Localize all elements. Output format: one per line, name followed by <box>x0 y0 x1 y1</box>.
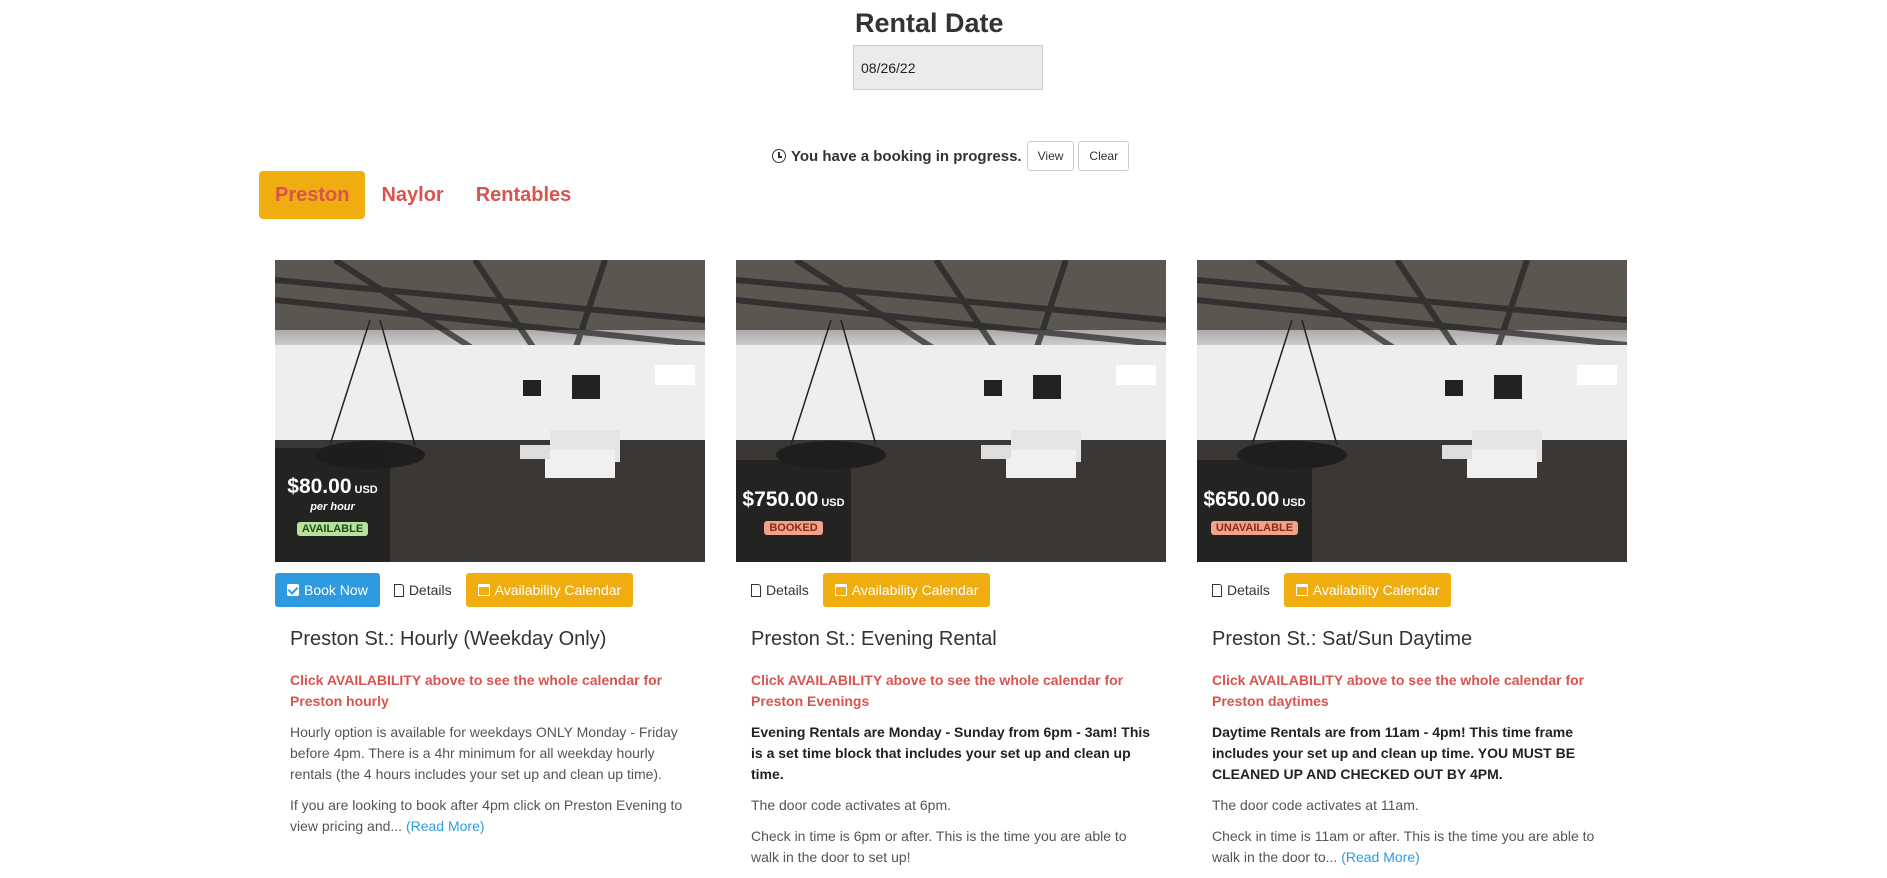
venue-photo[interactable]: $750.00 USD BOOKED <box>736 260 1166 562</box>
price-amount: $80.00 USD <box>287 474 378 498</box>
card-checkin: Check in time is 11am or after. This is … <box>1212 828 1595 865</box>
checkbox-icon <box>287 584 299 596</box>
details-link[interactable]: Details <box>393 582 452 598</box>
read-more-link[interactable]: (Read More) <box>406 818 485 834</box>
card-cta: Click AVAILABILITY above to see the whol… <box>290 672 663 709</box>
rental-date-title: Rental Date <box>855 8 1004 38</box>
card-actions: Details Availability Calendar <box>1197 573 1627 607</box>
price-amount: $750.00 USD <box>742 487 845 511</box>
read-more-link[interactable]: (Read More) <box>1341 849 1420 865</box>
calendar-icon <box>834 584 847 596</box>
venue-photo[interactable]: $80.00 USD per hour AVAILABLE <box>275 260 705 562</box>
tab-preston[interactable]: Preston <box>259 171 366 219</box>
availability-calendar-button[interactable]: Availability Calendar <box>465 573 634 607</box>
card-title: Preston St.: Evening Rental <box>751 628 997 650</box>
card-description: Evening Rentals are Monday - Sunday from… <box>751 724 1151 782</box>
card-title: Preston St.: Hourly (Weekday Only) <box>290 628 607 650</box>
price-unit: per hour <box>310 500 355 513</box>
details-link[interactable]: Details <box>751 582 809 598</box>
card-cta: Click AVAILABILITY above to see the whol… <box>1212 672 1585 709</box>
card-actions: Details Availability Calendar <box>736 573 1166 607</box>
card-door-code: The door code activates at 6pm. <box>751 797 951 813</box>
location-tabs: Preston Naylor Rentables <box>259 171 587 219</box>
details-label: Details <box>766 582 809 598</box>
card-description: Hourly option is available for weekdays … <box>290 724 678 782</box>
status-badge: BOOKED <box>764 520 823 535</box>
calendar-icon <box>1295 584 1308 596</box>
availability-calendar-button[interactable]: Availability Calendar <box>822 573 991 607</box>
card-door-code: The door code activates at 11am. <box>1212 797 1419 813</box>
view-booking-button[interactable]: View <box>1026 141 1075 171</box>
rental-date-input[interactable] <box>853 45 1043 90</box>
availability-label: Availability Calendar <box>1312 582 1440 598</box>
booking-progress-bar: You have a booking in progress. View Cle… <box>772 141 1130 171</box>
rental-card-evening: $750.00 USD BOOKED Details Availability C… <box>736 260 1166 878</box>
card-actions: Book Now Details Availability Calendar <box>275 573 705 607</box>
booking-message: You have a booking in progress. <box>791 147 1022 165</box>
document-icon <box>751 583 761 597</box>
calendar-icon <box>477 584 490 596</box>
price-box: $750.00 USD BOOKED <box>736 460 851 562</box>
details-label: Details <box>1227 582 1270 598</box>
rental-card-hourly: $80.00 USD per hour AVAILABLE Book Now De… <box>275 260 705 847</box>
price-amount: $650.00 USD <box>1203 487 1306 511</box>
price-box: $650.00 USD UNAVAILABLE <box>1197 460 1312 562</box>
card-cta: Click AVAILABILITY above to see the whol… <box>751 672 1124 709</box>
tab-rentables[interactable]: Rentables <box>460 171 588 219</box>
card-title: Preston St.: Sat/Sun Daytime <box>1212 628 1473 650</box>
document-icon <box>393 583 404 597</box>
availability-calendar-button[interactable]: Availability Calendar <box>1283 573 1452 607</box>
book-now-label: Book Now <box>304 582 368 598</box>
rental-date-block: Rental Date <box>853 8 1053 90</box>
card-description: Daytime Rentals are from 11am - 4pm! Thi… <box>1212 724 1576 782</box>
availability-label: Availability Calendar <box>494 582 622 598</box>
venue-photo[interactable]: $650.00 USD UNAVAILABLE <box>1197 260 1627 562</box>
rental-card-daytime: $650.00 USD UNAVAILABLE Details Availabil… <box>1197 260 1627 878</box>
card-checkin: Check in time is 6pm or after. This is t… <box>751 828 1127 865</box>
document-icon <box>1212 583 1222 597</box>
status-badge: UNAVAILABLE <box>1210 520 1299 535</box>
status-badge: AVAILABLE <box>296 521 369 536</box>
book-now-button[interactable]: Book Now <box>275 573 380 607</box>
price-box: $80.00 USD per hour AVAILABLE <box>275 448 390 562</box>
availability-label: Availability Calendar <box>851 582 979 598</box>
details-label: Details <box>408 582 452 598</box>
details-link[interactable]: Details <box>1212 582 1270 598</box>
tab-naylor[interactable]: Naylor <box>365 171 459 219</box>
clear-booking-button[interactable]: Clear <box>1078 141 1130 171</box>
card-description-more: If you are looking to book after 4pm cli… <box>290 797 683 834</box>
clock-icon <box>772 149 786 163</box>
